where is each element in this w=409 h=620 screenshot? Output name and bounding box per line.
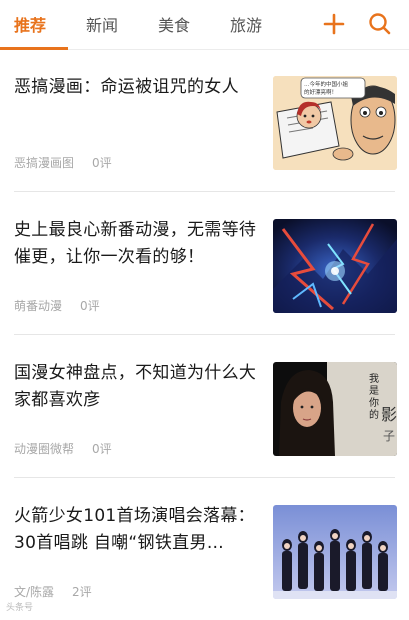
comic-speech-text: …今年的中国小姐 (304, 80, 349, 88)
article-meta: 文/陈露 2评 (14, 583, 92, 600)
search-icon[interactable] (366, 10, 394, 38)
divider (14, 477, 395, 478)
article-item[interactable]: 国漫女神盘点，不知道为什么大家都喜欢彦 动漫圈微帮 0评 我 是 你 的 影 子 (0, 336, 409, 478)
article-item[interactable]: 火箭少女101首场演唱会落幕：30首唱跳 自嘲“钢铁直男… 文/陈露 2评 (0, 479, 409, 620)
tab-travel[interactable]: 旅游 (230, 12, 262, 36)
article-item[interactable]: 史上最良心新番动漫，无需等待催更，让你一次看的够！ 萌番动漫 0评 (0, 193, 409, 335)
article-source: 萌番动漫 (14, 299, 63, 313)
article-item[interactable]: 恶搞漫画：命运被诅咒的女人 恶搞漫画图 0评 …今年的中国小姐 的好漂亮啊！ (0, 50, 409, 192)
plus-icon[interactable] (320, 10, 348, 38)
tab-food[interactable]: 美食 (158, 12, 190, 36)
article-comment-count: 0评 (80, 299, 100, 313)
article-title[interactable]: 国漫女神盘点，不知道为什么大家都喜欢彦 (14, 360, 259, 414)
tab-recommended[interactable]: 推荐 (14, 12, 46, 36)
svg-text:你: 你 (369, 396, 379, 409)
divider (14, 191, 395, 192)
article-comment-count: 2评 (72, 585, 92, 599)
divider (14, 334, 395, 335)
article-title[interactable]: 恶搞漫画：命运被诅咒的女人 (14, 74, 259, 101)
portrait-text-1: 我 (369, 373, 379, 385)
article-meta: 动漫圈微帮 0评 (14, 440, 112, 457)
article-meta: 恶搞漫画图 0评 (14, 154, 112, 171)
article-source: 文/陈露 (14, 585, 55, 599)
article-source: 恶搞漫画图 (14, 156, 75, 170)
article-source: 动漫圈微帮 (14, 442, 75, 456)
top-tab-bar: 推荐 新闻 美食 旅游 (0, 0, 409, 50)
article-comment-count: 0评 (92, 156, 112, 170)
svg-text:是: 是 (369, 385, 379, 397)
article-meta: 萌番动漫 0评 (14, 297, 100, 314)
svg-text:子: 子 (383, 429, 395, 443)
article-thumbnail-comic[interactable]: …今年的中国小姐 的好漂亮啊！ (273, 76, 397, 170)
article-thumbnail-anime[interactable] (273, 219, 397, 313)
article-comment-count: 0评 (92, 442, 112, 456)
article-thumbnail-portrait[interactable]: 我 是 你 的 影 子 (273, 362, 397, 456)
tab-news[interactable]: 新闻 (86, 12, 118, 36)
svg-text:的好漂亮啊！: 的好漂亮啊！ (304, 88, 337, 96)
svg-text:的: 的 (369, 408, 379, 421)
watermark: 头条号 (6, 603, 34, 613)
article-title[interactable]: 火箭少女101首场演唱会落幕：30首唱跳 自嘲“钢铁直男… (14, 503, 259, 557)
article-thumbnail-group-photo[interactable] (273, 505, 397, 599)
portrait-text-2: 影 (381, 405, 397, 424)
article-title[interactable]: 史上最良心新番动漫，无需等待催更，让你一次看的够！ (14, 217, 259, 271)
